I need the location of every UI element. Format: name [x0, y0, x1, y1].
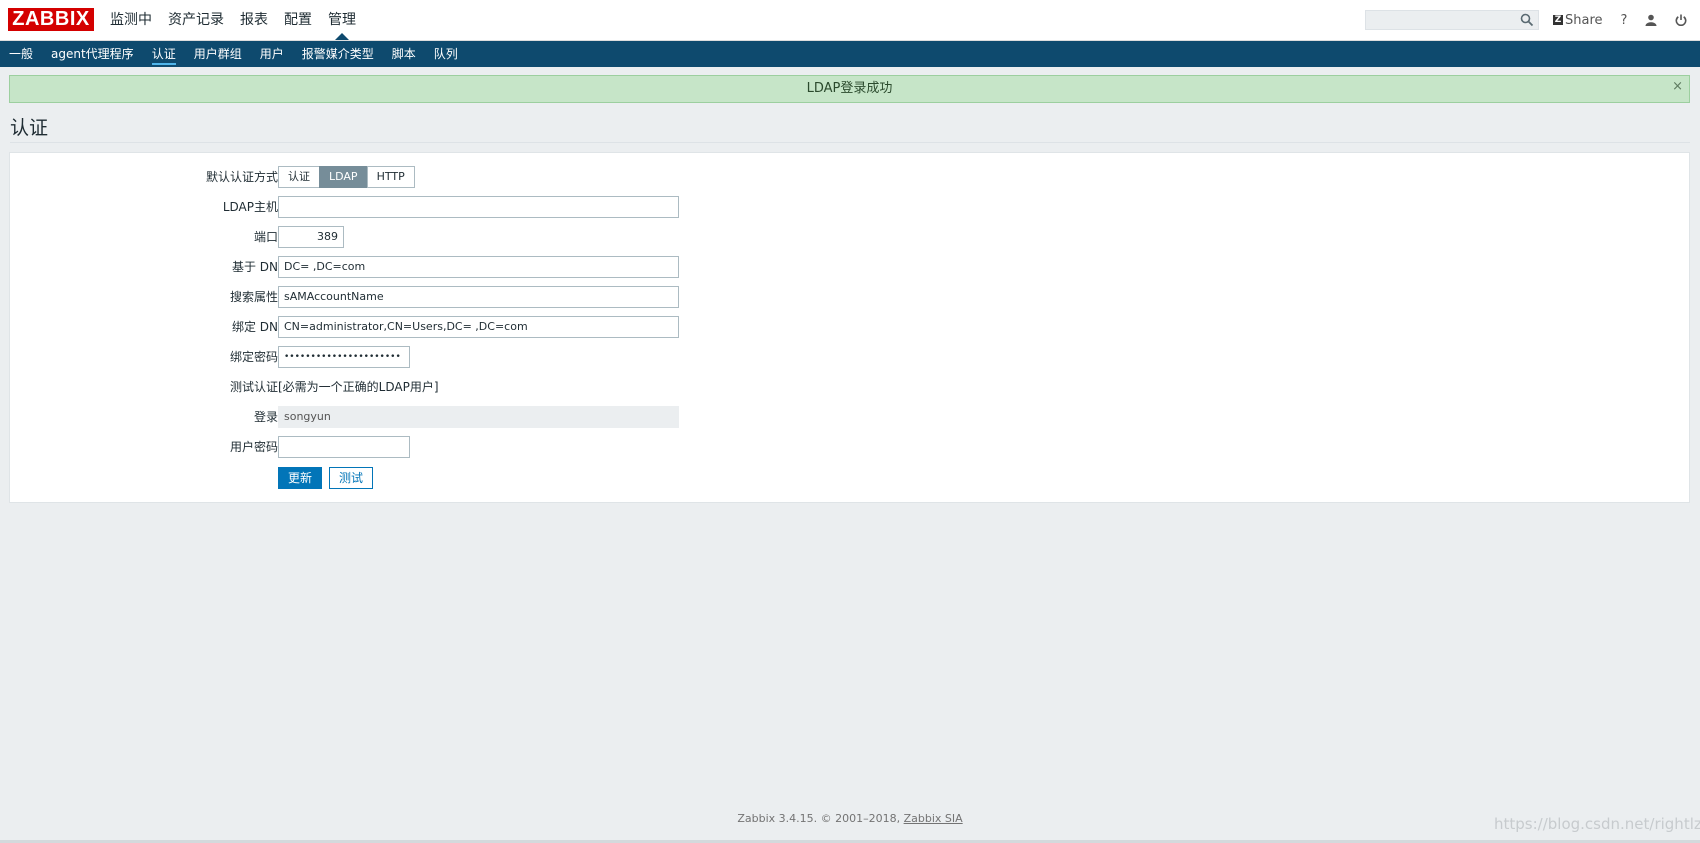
user-password-field[interactable]: [278, 436, 410, 458]
search-attribute-field[interactable]: sAMAccountName: [278, 286, 679, 308]
subnav-general[interactable]: 一般: [0, 41, 42, 67]
search-icon[interactable]: [1520, 13, 1534, 27]
top-header: ZABBIX 监测中 资产记录 报表 配置 管理 Z Share ?: [0, 0, 1700, 41]
label-login: 登录: [253, 410, 278, 424]
test-auth-hint: [必需为一个正确的LDAP用户]: [278, 380, 439, 394]
main-nav: 监测中 资产记录 报表 配置 管理: [102, 0, 364, 40]
form-row-default-auth: 默认认证方式 认证 LDAP HTTP: [10, 166, 710, 188]
update-button[interactable]: 更新: [278, 467, 323, 489]
page-title: 认证: [10, 117, 49, 139]
divider: [10, 142, 1690, 143]
bind-dn-field[interactable]: CN=administrator,CN=Users,DC= ,DC=com: [278, 316, 679, 338]
share-icon: Z: [1553, 15, 1563, 25]
form-row-test-auth: 测试认证 [必需为一个正确的LDAP用户]: [10, 376, 710, 398]
subnav-proxies[interactable]: agent代理程序: [42, 41, 143, 67]
login-field: songyun: [278, 406, 679, 428]
label-port: 端口: [253, 230, 278, 244]
form-row-search-attribute: 搜索属性 sAMAccountName: [10, 286, 710, 308]
form-row-bind-dn: 绑定 DN CN=administrator,CN=Users,DC= ,DC=…: [10, 316, 710, 338]
auth-option-ldap[interactable]: LDAP: [319, 166, 368, 188]
nav-administration[interactable]: 管理: [320, 0, 364, 40]
label-base-dn: 基于 DN: [231, 260, 278, 274]
share-link[interactable]: Z Share: [1553, 13, 1603, 28]
form-row-login: 登录 songyun: [10, 406, 710, 428]
footer: Zabbix 3.4.15. © 2001–2018, Zabbix SIA: [0, 812, 1700, 825]
subnav-queue[interactable]: 队列: [425, 41, 467, 67]
share-label: Share: [1565, 12, 1603, 28]
port-field[interactable]: 389: [278, 226, 344, 248]
close-icon[interactable]: ×: [1672, 76, 1683, 98]
zabbix-logo[interactable]: ZABBIX: [8, 8, 94, 31]
form-row-port: 端口 389: [10, 226, 710, 248]
subnav-user-groups[interactable]: 用户群组: [185, 41, 251, 67]
label-bind-password: 绑定密码: [229, 350, 278, 364]
search-input[interactable]: [1365, 10, 1539, 30]
nav-inventory[interactable]: 资产记录: [160, 0, 232, 40]
watermark: https://blog.csdn.net/rightlzc: [1494, 815, 1700, 833]
auth-option-http[interactable]: HTTP: [366, 166, 415, 188]
form-row-buttons: 更新 测试: [10, 467, 710, 489]
base-dn-field[interactable]: DC= ,DC=com: [278, 256, 679, 278]
label-bind-dn: 绑定 DN: [231, 320, 278, 334]
authentication-form: 默认认证方式 认证 LDAP HTTP LDAP主机 端口 389 基于 DN …: [9, 152, 1690, 503]
nav-reports[interactable]: 报表: [232, 0, 276, 40]
footer-text: Zabbix 3.4.15. © 2001–2018,: [737, 812, 901, 825]
bind-password-field[interactable]: ••••••••••••••••••••••: [278, 346, 410, 368]
form-row-ldap-host: LDAP主机: [10, 196, 710, 218]
default-auth-selector: 认证 LDAP HTTP: [278, 166, 415, 188]
subnav-media-types[interactable]: 报警媒介类型: [293, 41, 383, 67]
ldap-host-field[interactable]: [278, 196, 679, 218]
label-user-password: 用户密码: [229, 440, 278, 454]
help-icon[interactable]: ?: [1621, 13, 1628, 28]
form-row-bind-password: 绑定密码 ••••••••••••••••••••••: [10, 346, 710, 368]
test-button[interactable]: 测试: [329, 467, 374, 489]
footer-link[interactable]: Zabbix SIA: [904, 812, 963, 825]
nav-monitoring[interactable]: 监测中: [102, 0, 160, 40]
auth-option-internal[interactable]: 认证: [278, 166, 320, 188]
user-profile-icon[interactable]: [1645, 14, 1657, 26]
label-test-auth: 测试认证: [229, 380, 278, 394]
label-ldap-host: LDAP主机: [222, 200, 278, 214]
subnav-scripts[interactable]: 脚本: [383, 41, 425, 67]
sub-nav: 一般 agent代理程序 认证 用户群组 用户 报警媒介类型 脚本 队列: [0, 41, 1700, 67]
success-message: LDAP登录成功 ×: [9, 75, 1690, 103]
label-search-attribute: 搜索属性: [229, 290, 278, 304]
label-default-auth: 默认认证方式: [205, 170, 278, 184]
form-row-base-dn: 基于 DN DC= ,DC=com: [10, 256, 710, 278]
header-tools: Z Share ?: [1553, 0, 1700, 40]
subnav-authentication[interactable]: 认证: [143, 41, 185, 67]
nav-configuration[interactable]: 配置: [276, 0, 320, 40]
subnav-users[interactable]: 用户: [251, 41, 293, 67]
success-message-text: LDAP登录成功: [806, 81, 893, 96]
form-row-user-password: 用户密码: [10, 436, 710, 458]
sign-out-icon[interactable]: [1675, 14, 1687, 26]
